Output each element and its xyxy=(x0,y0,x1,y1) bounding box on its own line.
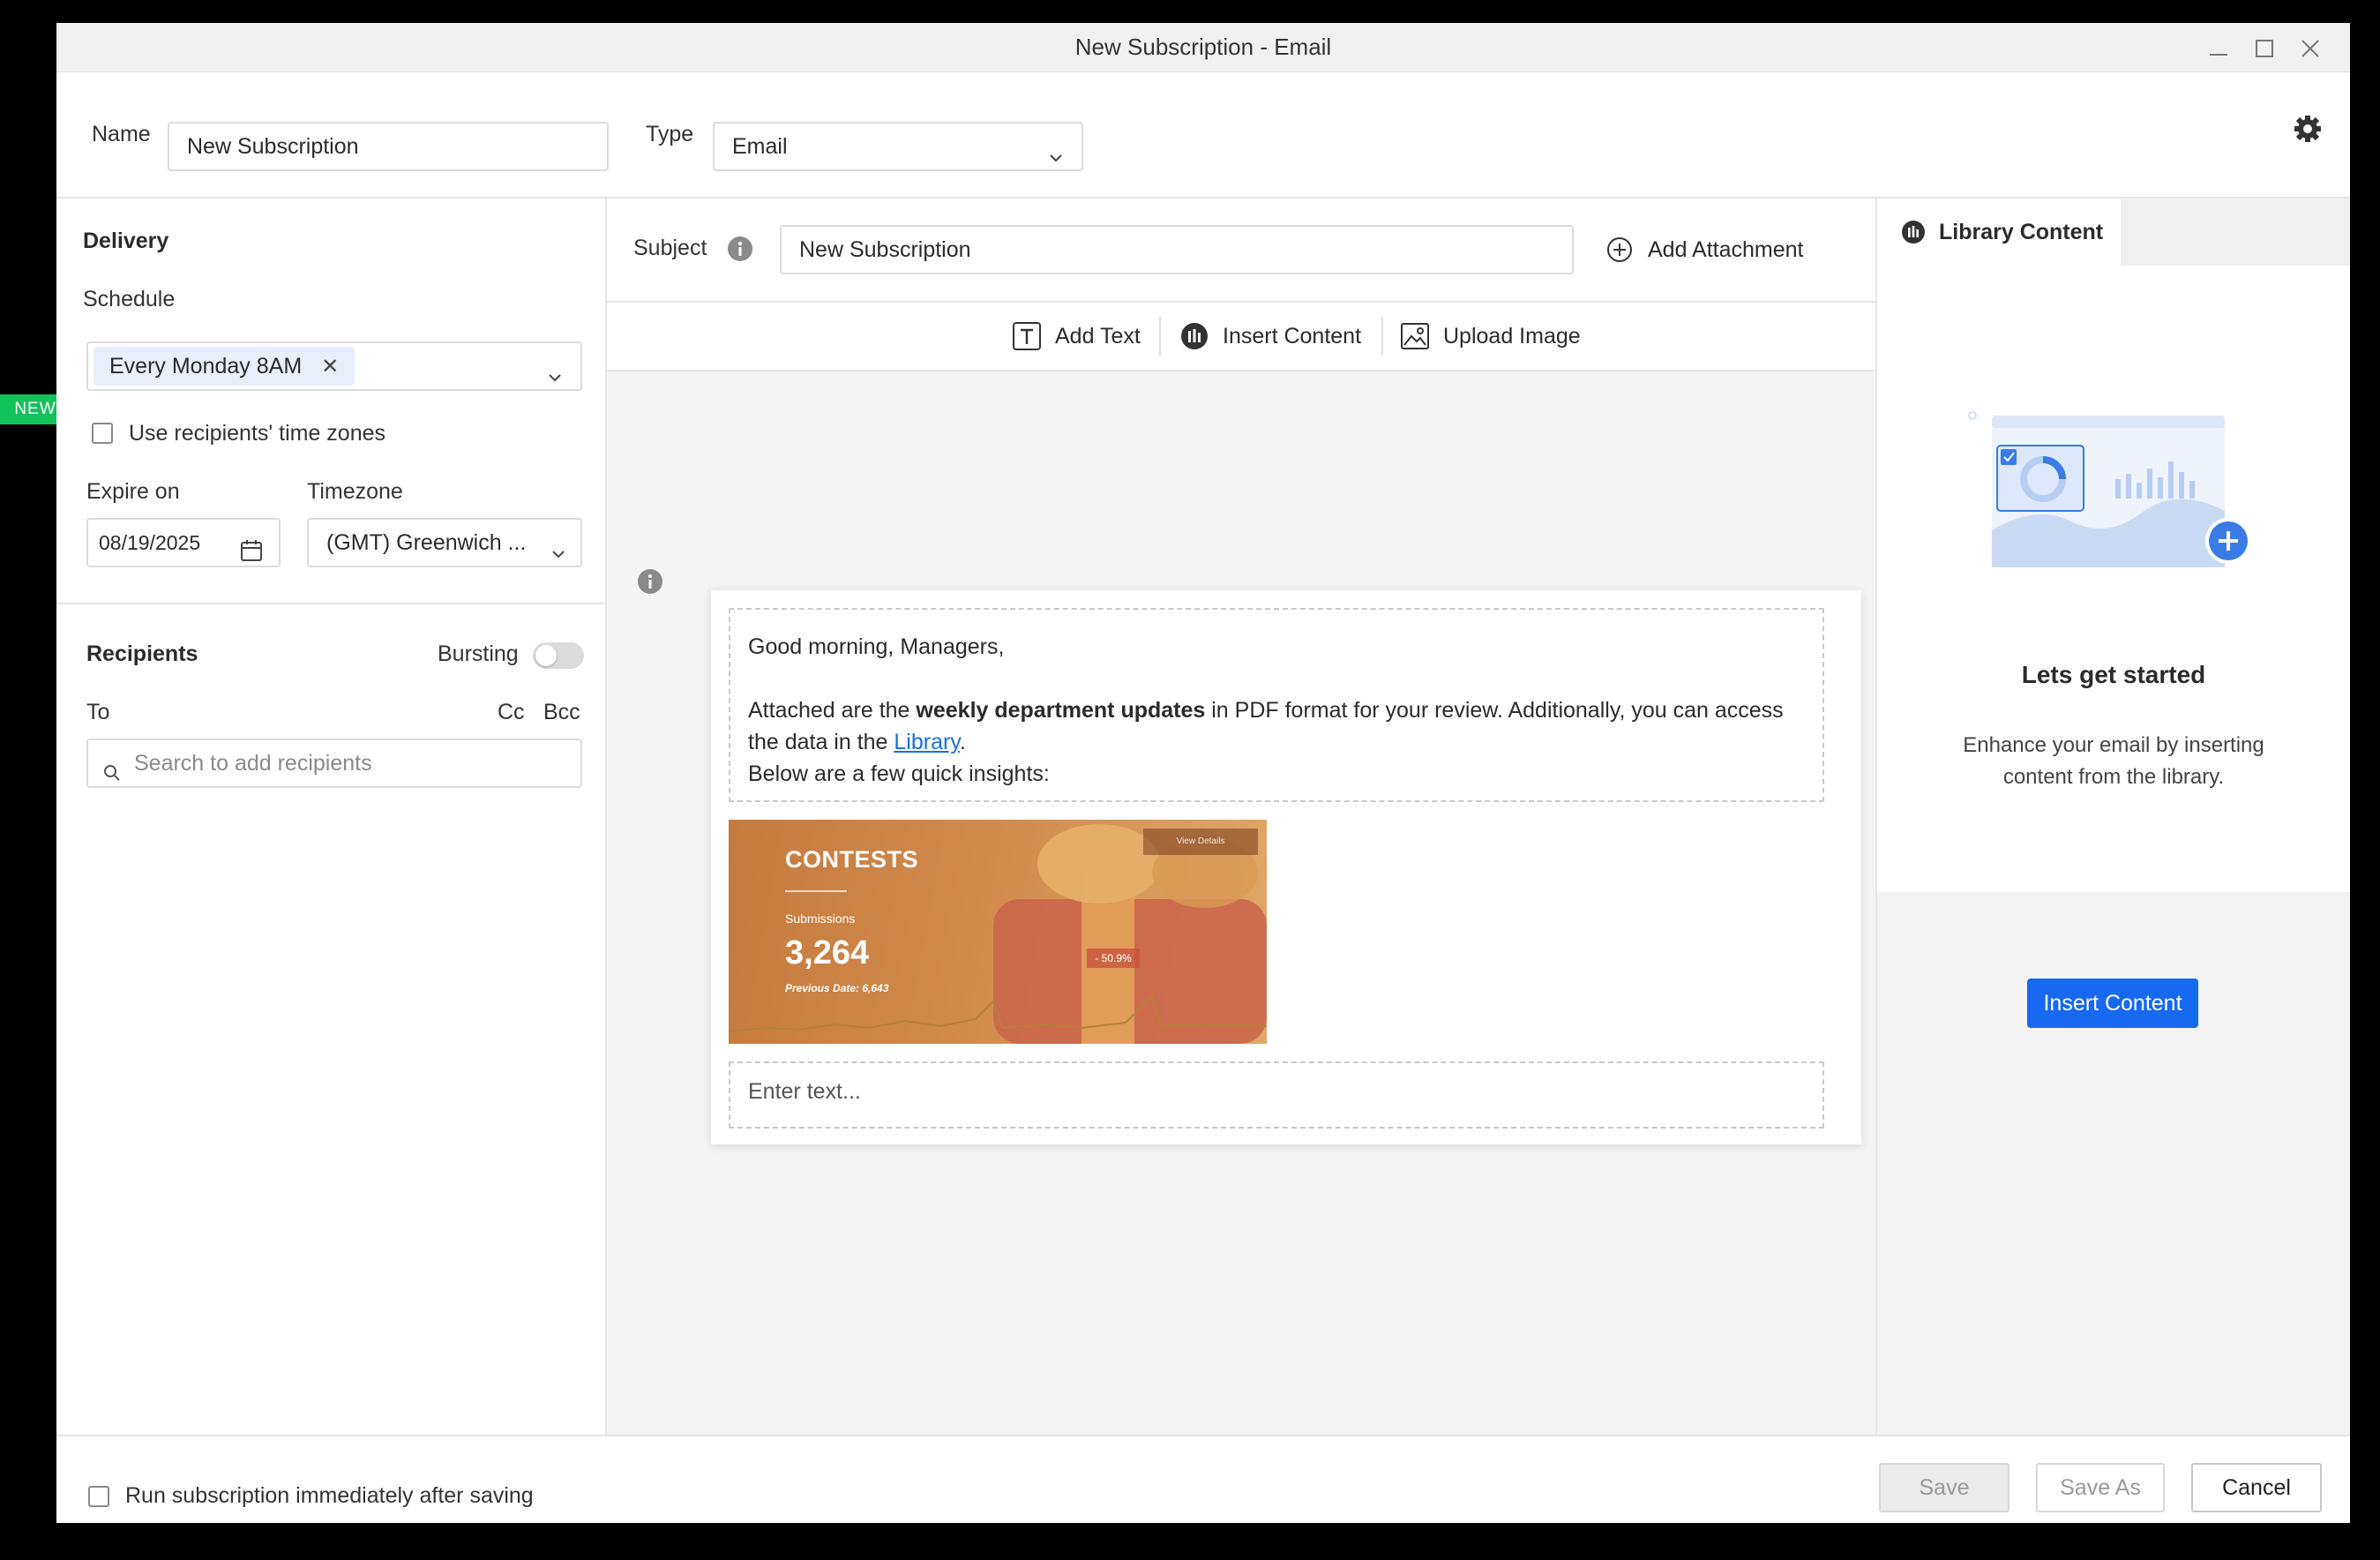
minimize-icon[interactable] xyxy=(2204,34,2234,64)
upload-image-label: Upload Image xyxy=(1443,323,1581,349)
image-icon xyxy=(1401,323,1429,349)
email-line-1: Attached are the weekly department updat… xyxy=(748,698,1784,723)
subject-bar: Subject New Subscription Add Attachment xyxy=(607,199,1875,303)
widget-subtitle: Submissions xyxy=(785,911,856,926)
text-placeholder: Enter text... xyxy=(748,1079,861,1104)
header-bar: Name New Subscription Type Email xyxy=(56,72,2350,199)
insert-content-button[interactable]: Insert Content xyxy=(1179,319,1361,354)
email-line-2: the data in the Library. xyxy=(748,730,966,754)
to-label: To xyxy=(86,700,110,724)
save-button[interactable]: Save xyxy=(1879,1463,2010,1512)
toolbar-separator xyxy=(1159,317,1161,356)
type-select[interactable]: Email xyxy=(713,122,1083,171)
schedule-label: Schedule xyxy=(83,287,176,311)
change-badge: - 50.9% xyxy=(1087,949,1140,968)
save-as-button[interactable]: Save As xyxy=(2036,1463,2165,1512)
library-icon xyxy=(1181,323,1208,349)
widget-value: 3,264 xyxy=(785,934,870,971)
chevron-down-icon xyxy=(549,534,568,559)
type-label: Type xyxy=(646,122,694,146)
run-immediately-checkbox[interactable] xyxy=(88,1486,109,1507)
view-details-button: View Details xyxy=(1143,829,1258,855)
insert-content-primary-button[interactable]: Insert Content xyxy=(2027,979,2198,1028)
window-title: New Subscription - Email xyxy=(1074,34,1332,60)
block-info-icon[interactable] xyxy=(637,568,663,595)
delivery-panel: Delivery Schedule Every Monday 8AM ✕ Use … xyxy=(56,199,607,1435)
library-panel: Library Content Lets get started Enhance… xyxy=(1877,199,2350,1435)
chevron-down-icon xyxy=(545,357,565,382)
remove-chip-icon[interactable]: ✕ xyxy=(321,355,339,379)
gear-icon[interactable] xyxy=(2292,113,2324,145)
info-icon[interactable] xyxy=(727,236,753,262)
empty-text-block[interactable]: Enter text... xyxy=(729,1061,1824,1129)
title-bar: New Subscription - Email xyxy=(56,23,2350,72)
timezone-select[interactable]: (GMT) Greenwich ... xyxy=(307,518,582,567)
text-icon xyxy=(1013,322,1041,350)
widget-divider xyxy=(785,890,847,892)
name-label: Name xyxy=(92,122,151,146)
footer-bar: Run subscription immediately after savin… xyxy=(56,1435,2350,1523)
expire-date-value: 08/19/2025 xyxy=(99,531,201,554)
type-select-value: Email xyxy=(732,134,788,159)
library-icon xyxy=(1902,221,1925,244)
search-icon xyxy=(102,753,122,781)
timezone-value: (GMT) Greenwich ... xyxy=(326,530,527,555)
recipients-search-input[interactable]: Search to add recipients xyxy=(86,739,582,788)
add-attachment-label: Add Attachment xyxy=(1648,236,1804,262)
library-tab-label: Library Content xyxy=(1939,219,2104,244)
insert-content-label: Insert Content xyxy=(1223,323,1362,349)
library-illustration xyxy=(1968,411,2251,567)
use-timezones-label: Use recipients' time zones xyxy=(129,421,386,446)
calendar-icon[interactable] xyxy=(240,532,263,561)
email-text: Good morning, Managers, Attached are the… xyxy=(748,631,1805,790)
contests-widget-image[interactable]: CONTESTS Submissions 3,264 Previous Date… xyxy=(729,820,1267,1044)
section-divider xyxy=(56,603,605,604)
toolbar-separator xyxy=(1381,317,1383,356)
recipients-search-placeholder: Search to add recipients xyxy=(134,751,372,776)
email-line-3: Below are a few quick insights: xyxy=(748,761,1050,786)
subject-input[interactable]: New Subscription xyxy=(780,225,1574,274)
add-text-label: Add Text xyxy=(1055,323,1141,349)
bursting-toggle[interactable] xyxy=(533,642,584,669)
run-immediately-label: Run subscription immediately after savin… xyxy=(125,1483,534,1508)
library-heading: Lets get started xyxy=(2021,661,2206,688)
tab-library-content[interactable]: Library Content xyxy=(1877,199,2121,266)
delivery-title: Delivery xyxy=(83,229,169,253)
email-body-card: Good morning, Managers, Attached are the… xyxy=(711,590,1861,1144)
bursting-label: Bursting xyxy=(438,641,519,666)
add-circle-icon xyxy=(1607,237,1632,262)
recipients-title: Recipients xyxy=(86,641,198,666)
close-icon[interactable] xyxy=(2295,34,2325,64)
editor-toolbar: Add Text Insert Content Upload Image xyxy=(607,303,1875,371)
library-link[interactable]: Library xyxy=(894,730,960,754)
text-block[interactable]: Good morning, Managers, Attached are the… xyxy=(729,608,1824,802)
widget-previous: Previous Date: 6,643 xyxy=(785,982,889,994)
cancel-button[interactable]: Cancel xyxy=(2191,1463,2322,1512)
schedule-chip[interactable]: Every Monday 8AM ✕ xyxy=(94,347,356,386)
library-description-2: content from the library. xyxy=(2002,765,2225,789)
timezone-label: Timezone xyxy=(307,479,403,504)
name-input[interactable]: New Subscription xyxy=(168,122,609,171)
add-attachment-button[interactable]: Add Attachment xyxy=(1604,232,1804,267)
library-description-1: Enhance your email by inserting xyxy=(1963,733,2264,757)
widget-title: CONTESTS xyxy=(785,846,919,873)
use-timezones-checkbox[interactable] xyxy=(92,423,113,444)
upload-image-button[interactable]: Upload Image xyxy=(1399,319,1581,354)
bcc-link[interactable]: Bcc xyxy=(543,700,580,725)
maximize-icon[interactable] xyxy=(2249,34,2279,64)
email-greeting: Good morning, Managers, xyxy=(748,634,1005,659)
expire-label: Expire on xyxy=(86,479,180,504)
cc-link[interactable]: Cc xyxy=(498,700,525,725)
expire-date-input[interactable]: 08/19/2025 xyxy=(86,518,281,567)
chevron-down-icon xyxy=(1046,138,1066,162)
library-body: Lets get started Enhance your email by i… xyxy=(1877,266,2350,892)
add-text-button[interactable]: Add Text xyxy=(1011,319,1141,354)
subscription-window: New Subscription - Email Name New Subscr… xyxy=(56,23,2350,1523)
schedule-chip-label: Every Monday 8AM xyxy=(109,354,303,379)
subject-label: Subject xyxy=(633,236,707,260)
